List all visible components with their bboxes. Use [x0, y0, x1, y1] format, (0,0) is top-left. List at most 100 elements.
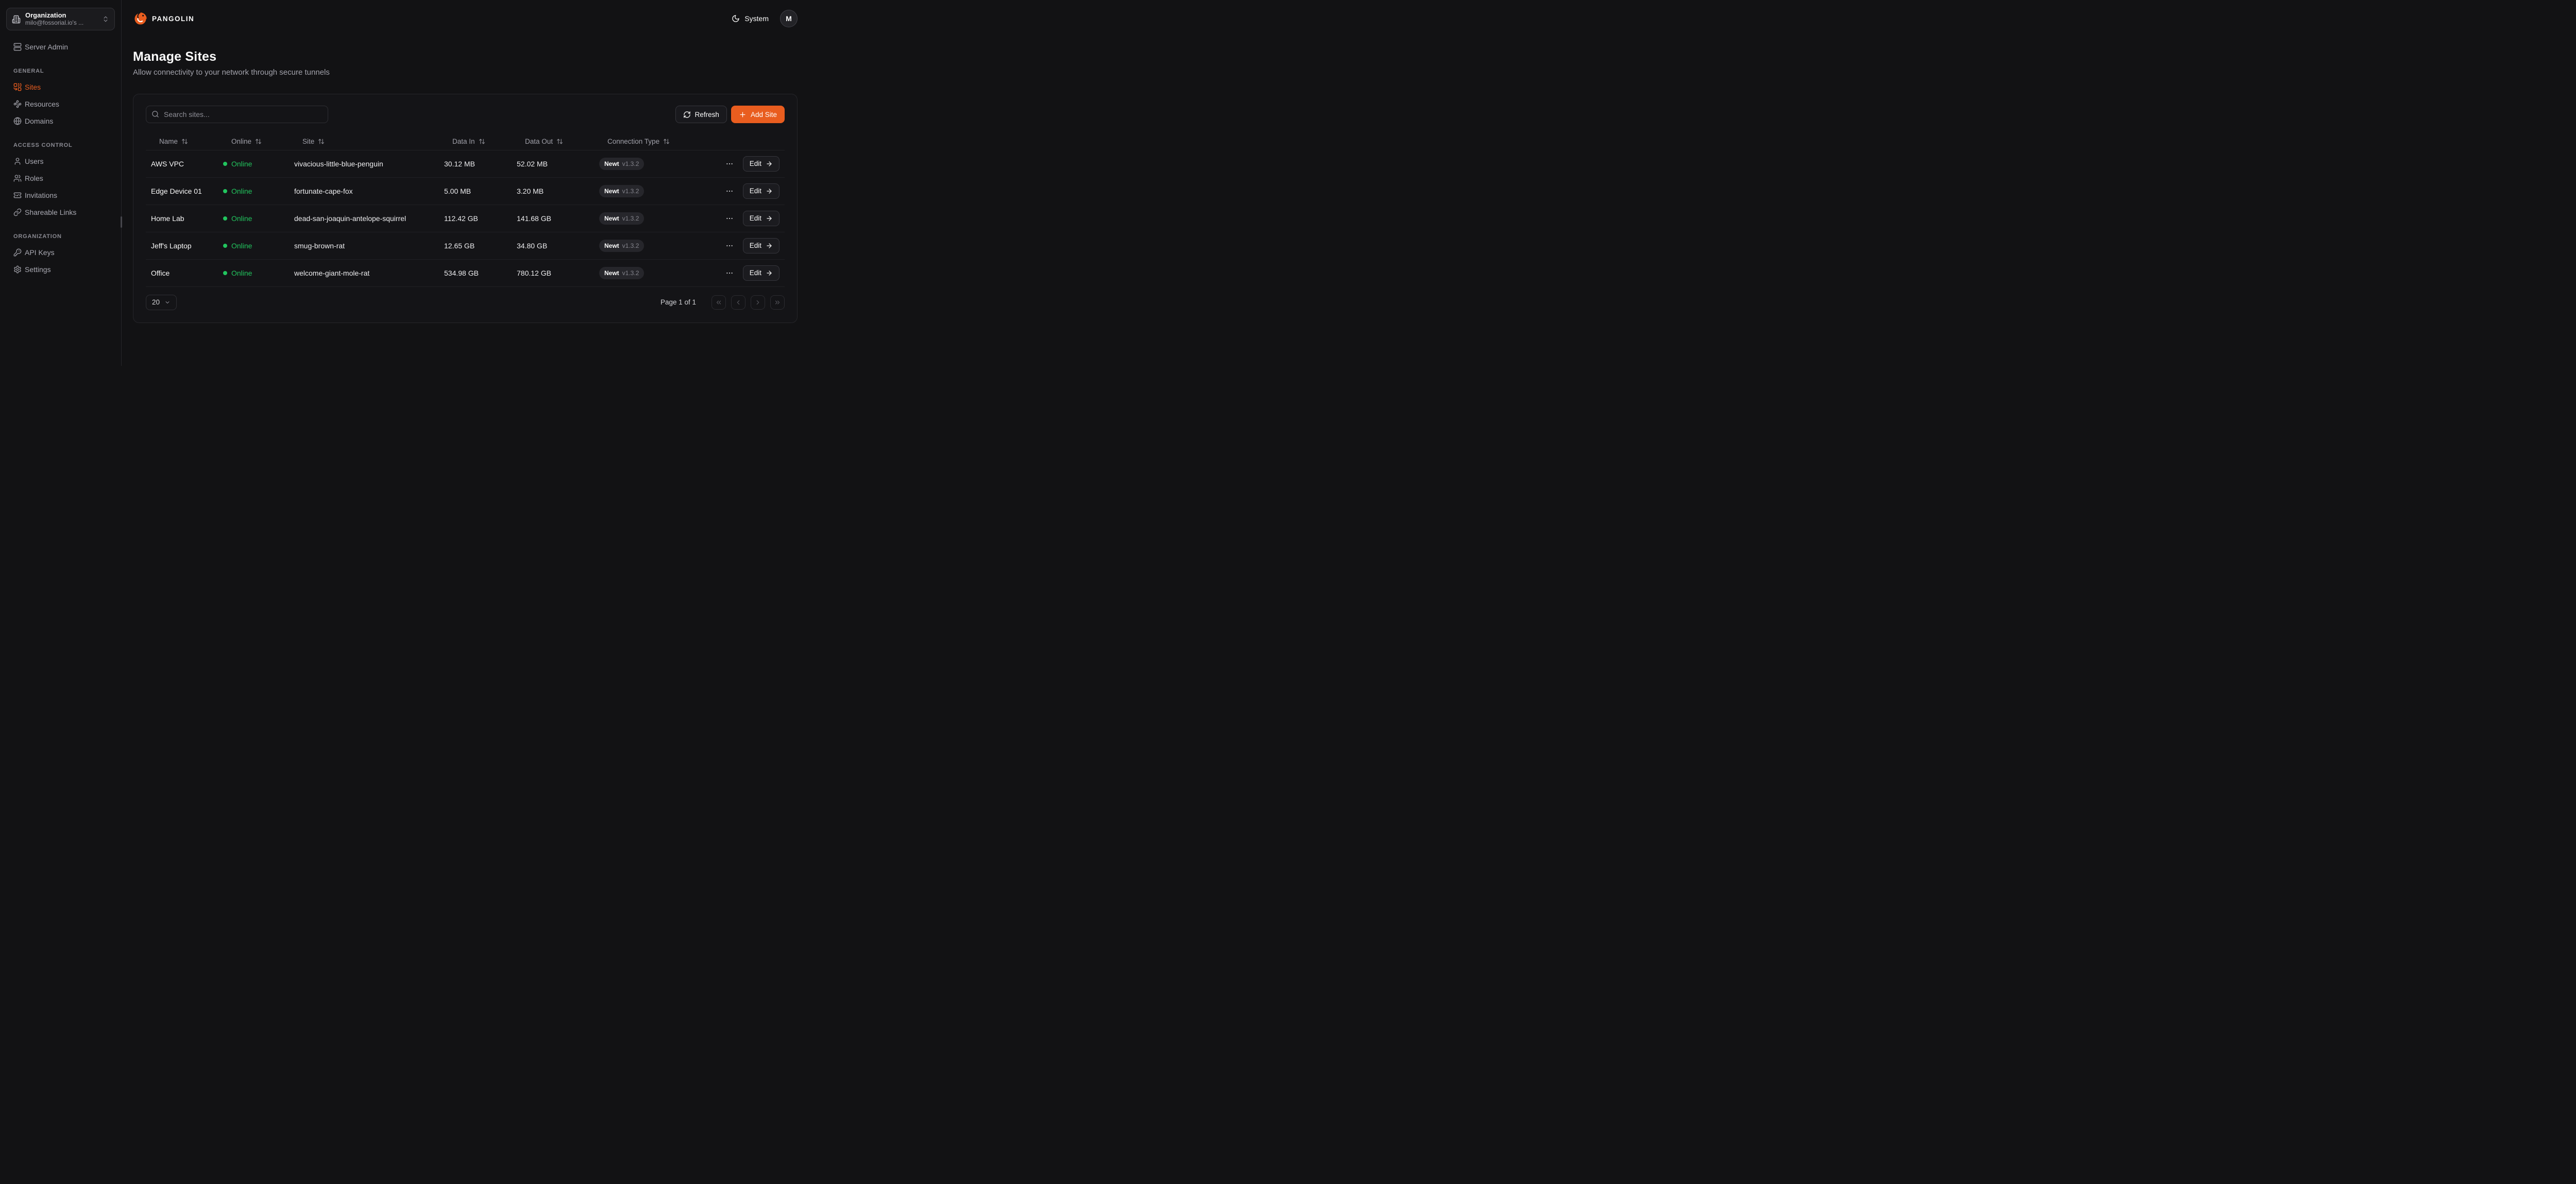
sort-header-site[interactable]: Site	[294, 138, 325, 145]
sidebar-item-label: Shareable Links	[25, 208, 76, 216]
chevrons-right-icon	[774, 299, 781, 306]
moon-icon	[732, 14, 740, 23]
row-options-button[interactable]	[723, 212, 736, 225]
data-out-cell: 141.68 GB	[512, 205, 594, 232]
user-avatar[interactable]: M	[780, 10, 798, 27]
sidebar-item-label: Domains	[25, 117, 53, 125]
section-title-organization: ORGANIZATION	[6, 233, 115, 240]
row-options-button[interactable]	[723, 185, 736, 197]
connection-type: Newt	[604, 242, 619, 249]
arrow-up-down-icon	[479, 138, 485, 145]
online-dot-icon	[223, 216, 227, 221]
row-options-button[interactable]	[723, 158, 736, 170]
sidebar-item-shareable-links[interactable]: Shareable Links	[6, 204, 115, 221]
connection-version: v1.3.2	[622, 215, 639, 222]
data-out-cell: 3.20 MB	[512, 177, 594, 205]
edit-button[interactable]: Edit	[743, 183, 779, 199]
previous-page-button[interactable]	[731, 295, 745, 310]
row-options-button[interactable]	[723, 267, 736, 279]
edit-label: Edit	[750, 160, 761, 167]
sidebar-item-label: Settings	[25, 265, 51, 274]
sidebar-item-label: Roles	[25, 174, 43, 182]
sidebar-scrollbar-thumb[interactable]	[121, 216, 122, 228]
key-icon	[13, 248, 22, 257]
theme-toggle[interactable]: System	[732, 14, 769, 23]
add-site-label: Add Site	[751, 111, 777, 119]
sidebar-item-domains[interactable]: Domains	[6, 113, 115, 129]
data-in-cell: 30.12 MB	[439, 150, 512, 177]
plus-icon	[739, 111, 747, 119]
table-row[interactable]: Jeff's Laptop Online smug-brown-rat 12.6…	[146, 232, 785, 259]
sidebar-item-roles[interactable]: Roles	[6, 170, 115, 187]
table-row[interactable]: Edge Device 01 Online fortunate-cape-fox…	[146, 177, 785, 205]
user-icon	[13, 157, 22, 165]
data-out-cell: 780.12 GB	[512, 259, 594, 286]
next-page-button[interactable]	[751, 295, 765, 310]
table-row[interactable]: AWS VPC Online vivacious-little-blue-pen…	[146, 150, 785, 177]
edit-button[interactable]: Edit	[743, 238, 779, 253]
page-subtitle: Allow connectivity to your network throu…	[133, 68, 798, 77]
sidebar-item-sites[interactable]: Sites	[6, 79, 115, 95]
connection-version: v1.3.2	[622, 242, 639, 249]
add-site-button[interactable]: Add Site	[731, 106, 785, 123]
connection-type-badge: Newt v1.3.2	[599, 267, 644, 279]
data-out-cell: 34.80 GB	[512, 232, 594, 259]
sidebar-item-invitations[interactable]: Invitations	[6, 187, 115, 204]
online-label: Online	[231, 269, 252, 277]
org-value: milo@fossorial.io's ...	[25, 19, 97, 27]
sort-header-online[interactable]: Online	[223, 138, 262, 145]
search-icon	[151, 110, 159, 118]
sidebar-item-users[interactable]: Users	[6, 153, 115, 170]
online-dot-icon	[223, 244, 227, 248]
sidebar-item-server-admin[interactable]: Server Admin	[6, 39, 115, 55]
site-id-cell: vivacious-little-blue-penguin	[289, 150, 439, 177]
sidebar-item-label: Sites	[25, 83, 41, 91]
edit-button[interactable]: Edit	[743, 156, 779, 172]
first-page-button[interactable]	[711, 295, 726, 310]
edit-label: Edit	[750, 214, 761, 222]
edit-button[interactable]: Edit	[743, 265, 779, 281]
table-row[interactable]: Home Lab Online dead-san-joaquin-antelop…	[146, 205, 785, 232]
column-label: Data In	[452, 138, 475, 145]
page-size-select[interactable]: 20	[146, 295, 177, 310]
table-row[interactable]: Office Online welcome-giant-mole-rat 534…	[146, 259, 785, 286]
connection-version: v1.3.2	[622, 269, 639, 277]
data-in-cell: 12.65 GB	[439, 232, 512, 259]
main-area: PANGOLIN System M Manage Sites Allow con…	[122, 0, 809, 366]
link-icon	[13, 208, 22, 216]
sites-toolbar: Refresh Add Site	[146, 106, 785, 123]
sort-header-connection-type[interactable]: Connection Type	[599, 138, 670, 145]
connection-type: Newt	[604, 269, 619, 277]
connection-type: Newt	[604, 188, 619, 195]
site-id-cell: smug-brown-rat	[289, 232, 439, 259]
section-title-general: GENERAL	[6, 68, 115, 74]
row-options-button[interactable]	[723, 240, 736, 252]
sidebar-item-settings[interactable]: Settings	[6, 261, 115, 278]
sidebar-nav: Server Admin GENERAL Sites Resources Dom…	[6, 39, 115, 278]
search-input[interactable]	[146, 106, 328, 123]
org-label: Organization	[25, 11, 97, 19]
sort-header-data-in[interactable]: Data In	[444, 138, 485, 145]
last-page-button[interactable]	[770, 295, 785, 310]
connection-type-badge: Newt v1.3.2	[599, 240, 644, 252]
online-status: Online	[223, 269, 289, 277]
waypoints-icon	[13, 100, 22, 108]
arrow-up-down-icon	[255, 138, 262, 145]
online-label: Online	[231, 242, 252, 250]
edit-button[interactable]: Edit	[743, 211, 779, 226]
refresh-button[interactable]: Refresh	[675, 106, 727, 123]
sidebar-item-label: Invitations	[25, 191, 57, 199]
org-switcher[interactable]: Organization milo@fossorial.io's ...	[6, 8, 115, 30]
sidebar-item-api-keys[interactable]: API Keys	[6, 244, 115, 261]
data-out-cell: 52.02 MB	[512, 150, 594, 177]
sort-header-data-out[interactable]: Data Out	[517, 138, 563, 145]
sidebar-item-label: Server Admin	[25, 43, 68, 51]
chevrons-left-icon	[715, 299, 722, 306]
ticket-check-icon	[13, 191, 22, 199]
ellipsis-icon	[725, 269, 734, 277]
chevrons-up-down-icon	[102, 15, 109, 23]
site-name-cell: AWS VPC	[146, 150, 218, 177]
sort-header-name[interactable]: Name	[151, 138, 188, 145]
online-dot-icon	[223, 271, 227, 275]
sidebar-item-resources[interactable]: Resources	[6, 96, 115, 112]
